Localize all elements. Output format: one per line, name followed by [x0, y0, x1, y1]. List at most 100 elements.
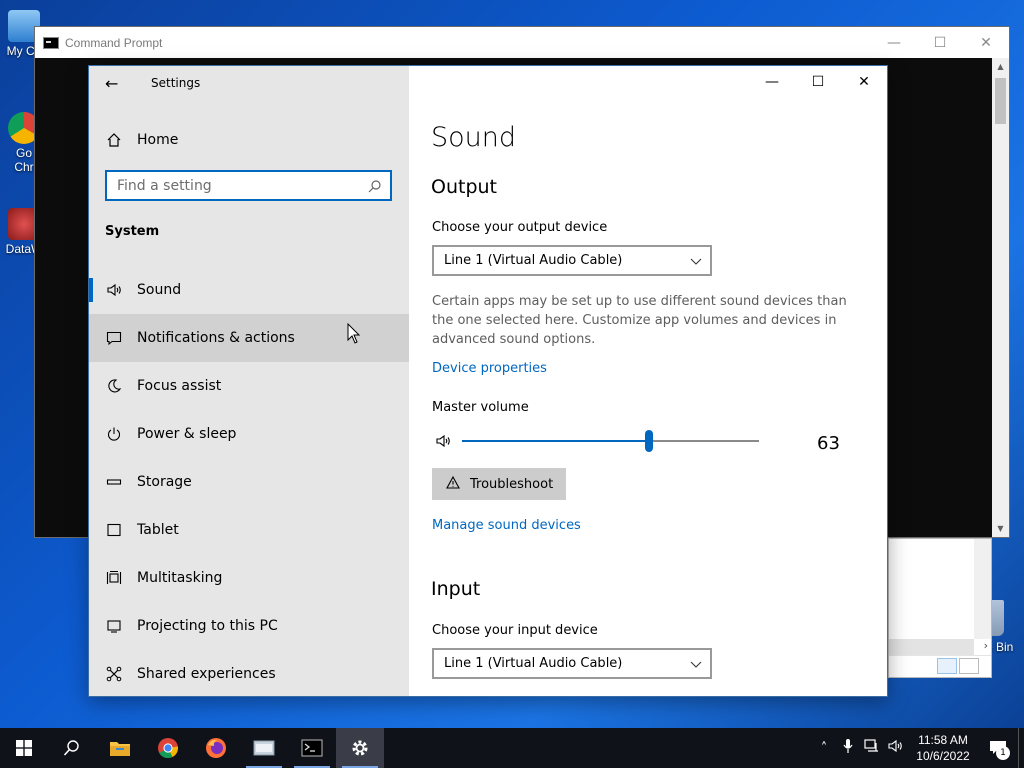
- taskbar: ˄ 11:58 AM 10/6/2022 1: [0, 728, 1024, 768]
- manage-sound-devices-link[interactable]: Manage sound devices: [432, 518, 581, 533]
- taskbar-app-generic[interactable]: [240, 728, 288, 768]
- output-device-label: Choose your output device: [432, 220, 608, 235]
- volume-icon[interactable]: [884, 739, 908, 757]
- maximize-button[interactable]: ☐: [795, 66, 841, 98]
- clock-time: 11:58 AM: [918, 733, 968, 747]
- microphone-icon[interactable]: [836, 738, 860, 758]
- explorer-status-bar: [889, 655, 991, 677]
- nav-item-label: Focus assist: [137, 378, 222, 394]
- home-icon: [105, 131, 123, 149]
- section-heading: System: [105, 224, 160, 239]
- chevron-up-icon[interactable]: ˄: [812, 741, 836, 756]
- output-heading: Output: [431, 176, 497, 198]
- windows-logo-icon: [16, 740, 32, 756]
- projector-icon: [105, 617, 123, 635]
- nav-item-notifications[interactable]: Notifications & actions: [89, 314, 409, 362]
- nav-home-label: Home: [137, 132, 179, 148]
- chrome-icon: [158, 738, 179, 758]
- search-input[interactable]: [117, 177, 368, 194]
- moon-icon: [105, 377, 123, 395]
- volume-value: 63: [817, 433, 840, 454]
- clock-date: 10/6/2022: [916, 749, 970, 763]
- master-volume-slider[interactable]: 63: [432, 430, 852, 454]
- settings-nav-pane: ← Settings Home System Sound: [89, 66, 409, 696]
- scroll-thumb[interactable]: [995, 78, 1006, 124]
- device-properties-link[interactable]: Device properties: [432, 361, 547, 376]
- system-tray: ˄ 11:58 AM 10/6/2022 1: [812, 728, 1024, 768]
- sound-settings-pane: — ☐ ✕ Sound Output Choose your output de…: [409, 66, 887, 696]
- storage-icon: [105, 473, 123, 491]
- explorer-scrollbar[interactable]: [974, 539, 991, 639]
- nav-item-label: Multitasking: [137, 570, 223, 586]
- window-controls: — ☐ ✕: [749, 66, 887, 98]
- large-icons-view-icon[interactable]: [959, 658, 979, 674]
- volume-speaker-icon[interactable]: [435, 433, 453, 453]
- output-device-dropdown[interactable]: Line 1 (Virtual Audio Cable): [432, 245, 712, 276]
- warning-icon: [446, 475, 460, 493]
- details-view-icon[interactable]: [937, 658, 957, 674]
- cmd-title-bar[interactable]: Command Prompt — ☐ ✕: [35, 27, 1009, 58]
- taskbar-settings[interactable]: [336, 728, 384, 768]
- settings-window[interactable]: ← Settings Home System Sound: [88, 65, 888, 697]
- chevron-down-icon: [690, 255, 702, 267]
- network-icon[interactable]: [860, 739, 884, 757]
- nav-item-label: Tablet: [137, 522, 179, 538]
- troubleshoot-button[interactable]: Troubleshoot: [432, 468, 566, 500]
- cmd-title: Command Prompt: [65, 35, 163, 50]
- input-heading: Input: [431, 578, 481, 600]
- settings-title-bar: ← Settings: [89, 66, 409, 100]
- nav-item-storage[interactable]: Storage: [89, 458, 409, 506]
- nav-item-projecting[interactable]: Projecting to this PC: [89, 602, 409, 650]
- app-title: Settings: [151, 76, 201, 90]
- notification-icon: [105, 329, 123, 347]
- cmd-icon: [43, 36, 59, 49]
- app-window-icon: [253, 740, 275, 756]
- taskbar-command-prompt[interactable]: [288, 728, 336, 768]
- nav-item-multitasking[interactable]: Multitasking: [89, 554, 409, 602]
- taskbar-chrome[interactable]: [144, 728, 192, 768]
- cmd-icon: [301, 739, 323, 757]
- nav-item-shared-experiences[interactable]: Shared experiences: [89, 650, 409, 698]
- troubleshoot-label: Troubleshoot: [470, 476, 554, 492]
- slider-thumb[interactable]: [645, 430, 654, 452]
- minimize-button[interactable]: —: [871, 35, 917, 51]
- start-button[interactable]: [0, 728, 48, 768]
- close-button[interactable]: ✕: [963, 35, 1009, 51]
- speaker-icon: [105, 281, 123, 299]
- explorer-hscrollbar[interactable]: ›: [889, 639, 988, 656]
- search-icon[interactable]: [368, 179, 382, 193]
- folder-icon: [110, 742, 130, 756]
- nav-item-label: Sound: [137, 282, 182, 298]
- action-center-button[interactable]: 1: [978, 728, 1018, 768]
- nav-item-power-sleep[interactable]: Power & sleep: [89, 410, 409, 458]
- search-taskbar-button[interactable]: [48, 728, 96, 768]
- cmd-scrollbar[interactable]: ▲ ▼: [992, 58, 1009, 537]
- explorer-window-fragment[interactable]: ›: [888, 538, 992, 678]
- mouse-cursor-icon: [347, 323, 361, 344]
- close-button[interactable]: ✕: [841, 66, 887, 98]
- slider-fill: [462, 440, 650, 442]
- nav-item-tablet[interactable]: Tablet: [89, 506, 409, 554]
- search-box[interactable]: [105, 170, 392, 201]
- maximize-button[interactable]: ☐: [917, 35, 963, 51]
- input-device-dropdown[interactable]: Line 1 (Virtual Audio Cable): [432, 648, 712, 679]
- nav-home[interactable]: Home: [89, 122, 409, 158]
- minimize-button[interactable]: —: [749, 66, 795, 98]
- scroll-down-icon[interactable]: ▼: [992, 520, 1009, 537]
- nav-item-label: Shared experiences: [137, 666, 276, 682]
- nav-item-sound[interactable]: Sound: [89, 266, 409, 314]
- show-desktop-button[interactable]: [1018, 728, 1024, 768]
- nav-item-label: Power & sleep: [137, 426, 237, 442]
- chevron-right-icon[interactable]: ›: [984, 639, 988, 652]
- desktop-icon-label: Go Chr: [14, 146, 34, 174]
- scroll-up-icon[interactable]: ▲: [992, 58, 1009, 75]
- output-device-value: Line 1 (Virtual Audio Cable): [444, 253, 623, 268]
- clock[interactable]: 11:58 AM 10/6/2022: [908, 732, 978, 764]
- nav-item-focus-assist[interactable]: Focus assist: [89, 362, 409, 410]
- back-arrow-icon[interactable]: ←: [105, 74, 129, 93]
- taskbar-firefox[interactable]: [192, 728, 240, 768]
- input-device-label: Choose your input device: [432, 623, 598, 638]
- taskbar-file-explorer[interactable]: [96, 728, 144, 768]
- nav-item-label: Storage: [137, 474, 192, 490]
- shared-icon: [105, 665, 123, 683]
